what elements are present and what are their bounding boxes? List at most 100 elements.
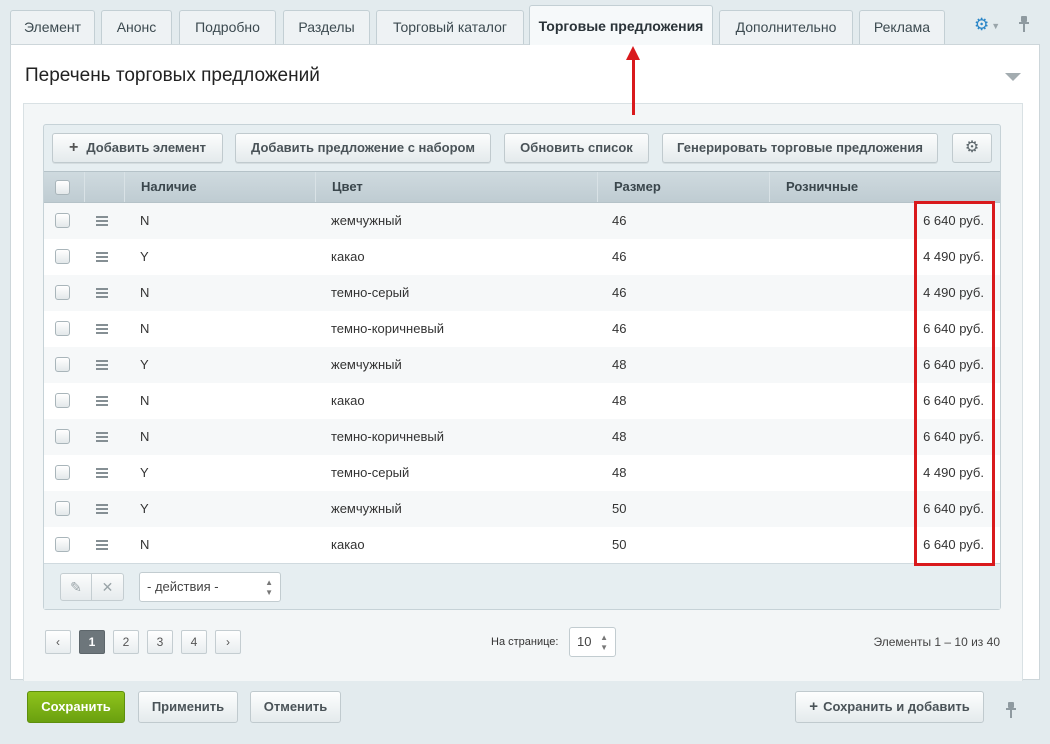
plus-icon: + (809, 698, 819, 715)
drag-handle-icon[interactable] (96, 324, 108, 334)
select-value: - действия - (147, 579, 219, 594)
section-title: Перечень торговых предложений (25, 65, 320, 86)
page-button[interactable]: 1 (79, 630, 105, 654)
size-cell: 46 (612, 249, 627, 264)
color-cell: какао (331, 537, 365, 552)
table-row[interactable]: Y жемчужный 48 6 640 руб. (44, 347, 1000, 383)
row-checkbox[interactable] (55, 393, 70, 408)
pin-icon[interactable] (1019, 16, 1029, 34)
availability-cell: N (140, 321, 150, 336)
drag-handle-icon[interactable] (96, 540, 108, 550)
availability-cell: N (140, 393, 150, 408)
apply-button[interactable]: Применить (138, 691, 238, 723)
tab-advertising[interactable]: Реклама (859, 10, 945, 44)
button-label: Сохранить (41, 699, 111, 714)
column-color[interactable]: Цвет (315, 172, 597, 202)
table-row[interactable]: Y жемчужный 50 6 640 руб. (44, 491, 1000, 527)
row-checkbox[interactable] (55, 537, 70, 552)
tab-catalog[interactable]: Торговый каталог (376, 10, 524, 44)
add-element-button[interactable]: + Добавить элемент (52, 133, 223, 163)
page-button[interactable]: 3 (147, 630, 173, 654)
tab-sections[interactable]: Разделы (283, 10, 370, 44)
column-size[interactable]: Размер (597, 172, 769, 202)
prev-page-button[interactable]: ‹ (45, 630, 71, 654)
table-row[interactable]: N жемчужный 46 6 640 руб. (44, 203, 1000, 239)
tab-element[interactable]: Элемент (10, 10, 95, 44)
tab-label: Реклама (873, 19, 931, 35)
button-label: Отменить (263, 699, 328, 714)
column-retail-price[interactable]: Розничные (769, 172, 1000, 202)
drag-handle-icon[interactable] (96, 216, 108, 226)
row-checkbox[interactable] (55, 213, 70, 228)
availability-cell: Y (140, 249, 149, 264)
page-button[interactable]: 2 (113, 630, 139, 654)
drag-handle-icon[interactable] (96, 504, 108, 514)
per-page-label: На странице: (491, 636, 559, 648)
save-and-add-button[interactable]: + Сохранить и добавить (795, 691, 984, 723)
per-page-select[interactable]: 10 ▲ ▼ (569, 627, 616, 657)
row-checkbox[interactable] (55, 285, 70, 300)
table-row[interactable]: N темно-коричневый 46 6 640 руб. (44, 311, 1000, 347)
color-cell: жемчужный (331, 213, 402, 228)
size-cell: 46 (612, 321, 627, 336)
size-cell: 48 (612, 357, 627, 372)
chevron-down-icon[interactable] (1005, 73, 1021, 81)
drag-handle-icon[interactable] (96, 288, 108, 298)
save-button[interactable]: Сохранить (27, 691, 125, 723)
table-row[interactable]: Y какао 46 4 490 руб. (44, 239, 1000, 275)
chevron-right-icon: › (226, 635, 230, 649)
page-number: 2 (122, 635, 130, 649)
settings-menu[interactable]: ⚙ ▼ (974, 16, 1004, 34)
tab-offers[interactable]: Торговые предложения (529, 5, 713, 45)
row-checkbox[interactable] (55, 429, 70, 444)
header-drag-cell (84, 172, 124, 202)
color-cell: жемчужный (331, 501, 402, 516)
gear-icon: ⚙ (964, 139, 980, 156)
refresh-list-button[interactable]: Обновить список (504, 133, 649, 163)
edit-button[interactable]: ✎ (60, 573, 92, 601)
add-offer-set-button[interactable]: Добавить предложение с набором (235, 133, 491, 163)
pin-icon[interactable] (1006, 702, 1016, 720)
drag-handle-icon[interactable] (96, 468, 108, 478)
select-all-checkbox[interactable] (55, 180, 70, 195)
table-row[interactable]: Y темно-серый 48 4 490 руб. (44, 455, 1000, 491)
table-row[interactable]: N какао 48 6 640 руб. (44, 383, 1000, 419)
drag-handle-icon[interactable] (96, 360, 108, 370)
table-row[interactable]: N темно-серый 46 4 490 руб. (44, 275, 1000, 311)
drag-handle-icon[interactable] (96, 252, 108, 262)
row-checkbox[interactable] (55, 321, 70, 336)
pencil-icon: ✎ (70, 579, 82, 595)
page-button[interactable]: 4 (181, 630, 207, 654)
select-value: 10 (577, 634, 592, 649)
row-checkbox[interactable] (55, 465, 70, 480)
row-checkbox[interactable] (55, 357, 70, 372)
grid-settings-button[interactable]: ⚙ (952, 133, 992, 163)
row-checkbox[interactable] (55, 501, 70, 516)
column-availability[interactable]: Наличие (124, 172, 315, 202)
tab-announce[interactable]: Анонс (101, 10, 172, 44)
tab-label: Торговые предложения (538, 18, 704, 34)
color-cell: темно-коричневый (331, 429, 444, 444)
table-row[interactable]: N какао 50 6 640 руб. (44, 527, 1000, 563)
group-actions-select[interactable]: - действия - ▲ ▼ (139, 572, 281, 602)
cancel-button[interactable]: Отменить (250, 691, 341, 723)
tab-additional[interactable]: Дополнительно (719, 10, 853, 44)
table-row[interactable]: N темно-коричневый 48 6 640 руб. (44, 419, 1000, 455)
button-label: Генерировать торговые предложения (677, 140, 923, 155)
row-checkbox[interactable] (55, 249, 70, 264)
availability-cell: N (140, 537, 150, 552)
tab-details[interactable]: Подробно (179, 10, 276, 44)
delete-button[interactable]: ✕ (92, 573, 124, 601)
next-page-button[interactable]: › (215, 630, 241, 654)
generate-offers-button[interactable]: Генерировать торговые предложения (662, 133, 938, 163)
page-number: 3 (156, 635, 164, 649)
plus-icon: + (69, 139, 79, 156)
drag-handle-icon[interactable] (96, 396, 108, 406)
button-label: Добавить предложение с набором (251, 140, 475, 155)
color-cell: жемчужный (331, 357, 402, 372)
tab-label: Дополнительно (735, 19, 837, 35)
drag-handle-icon[interactable] (96, 432, 108, 442)
color-cell: темно-серый (331, 465, 410, 480)
grid-toolbar: + Добавить элемент Добавить предложение с… (44, 125, 1000, 171)
tab-label: Элемент (23, 19, 82, 35)
